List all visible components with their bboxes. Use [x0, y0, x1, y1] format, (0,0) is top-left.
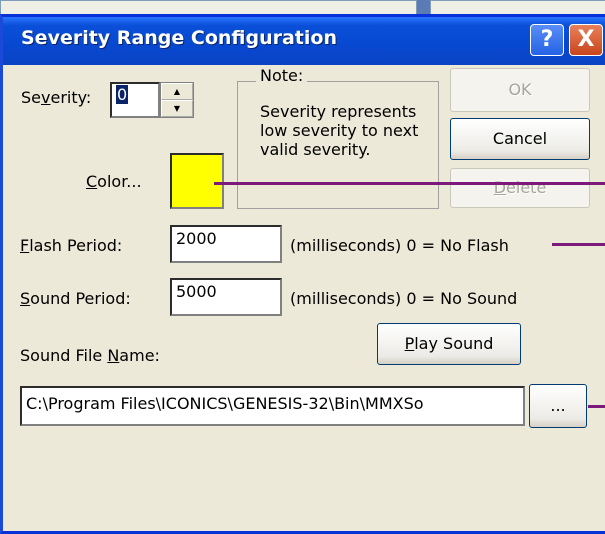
flash-period-input[interactable]: 2000 [170, 225, 282, 263]
ok-button[interactable]: OK [450, 68, 590, 112]
color-button[interactable]: Color... [86, 172, 142, 191]
note-text: Severity represents low severity to next… [260, 102, 419, 159]
sound-file-label-pre: Sound File [20, 346, 108, 365]
severity-spinner[interactable]: ▲ ▼ [160, 82, 194, 118]
close-icon: X [577, 27, 595, 52]
close-button[interactable]: X [569, 24, 603, 56]
sound-period-hint: (milliseconds) 0 = No Sound [290, 289, 518, 308]
flash-period-hint: (milliseconds) 0 = No Flash [290, 236, 509, 255]
spin-up-icon[interactable]: ▲ [161, 83, 193, 100]
title-bar[interactable]: Severity Range Configuration ? X [3, 17, 605, 65]
severity-input[interactable]: 0 [110, 82, 160, 118]
delete-label-accel: D [493, 178, 507, 197]
color-swatch[interactable] [170, 153, 224, 209]
sound-file-label-post: ame: [119, 346, 160, 365]
browse-button[interactable]: ... [529, 384, 587, 428]
sound-file-input[interactable]: C:\Program Files\ICONICS\GENESIS-32\Bin\… [20, 386, 525, 426]
flash-label-accel: F [20, 236, 30, 255]
severity-label-post: erity: [50, 88, 92, 107]
sound-period-input[interactable]: 5000 [170, 278, 282, 316]
cancel-label: Cancel [492, 129, 548, 148]
sound-period-label: Sound Period: [20, 289, 131, 308]
dialog-title: Severity Range Configuration [21, 27, 337, 49]
delete-button[interactable]: Delete [450, 168, 590, 208]
severity-label-pre: Se [21, 88, 41, 107]
sound-file-value: C:\Program Files\ICONICS\GENESIS-32\Bin\… [26, 394, 424, 413]
flash-period-value: 2000 [176, 229, 217, 248]
callout-line-color [214, 182, 605, 185]
sound-label-accel: S [20, 289, 31, 308]
note-legend: Note: [256, 66, 308, 85]
ok-label: OK [508, 80, 532, 99]
color-label-accel: C [86, 172, 98, 191]
delete-label-post: elete [506, 178, 547, 197]
play-sound-button[interactable]: Play Sound [377, 323, 521, 365]
help-button[interactable]: ? [530, 24, 564, 56]
flash-label-post: lash Period: [29, 236, 123, 255]
help-icon: ? [540, 27, 554, 52]
callout-line-browse [588, 405, 605, 408]
cancel-button[interactable]: Cancel [450, 118, 590, 160]
flash-period-label: Flash Period: [20, 236, 122, 255]
play-label-accel: P [404, 334, 415, 353]
severity-label: Severity: [21, 88, 91, 107]
sound-label-post: ound Period: [30, 289, 131, 308]
sound-file-label: Sound File Name: [20, 346, 160, 365]
color-label-post: olor... [97, 172, 142, 191]
severity-value: 0 [116, 85, 129, 104]
sound-period-value: 5000 [176, 282, 217, 301]
callout-line-flash [552, 243, 605, 246]
spin-down-icon[interactable]: ▼ [161, 100, 193, 117]
sound-file-label-accel: N [107, 346, 120, 365]
browse-label: ... [550, 396, 566, 415]
play-label-post: lay Sound [414, 334, 494, 353]
